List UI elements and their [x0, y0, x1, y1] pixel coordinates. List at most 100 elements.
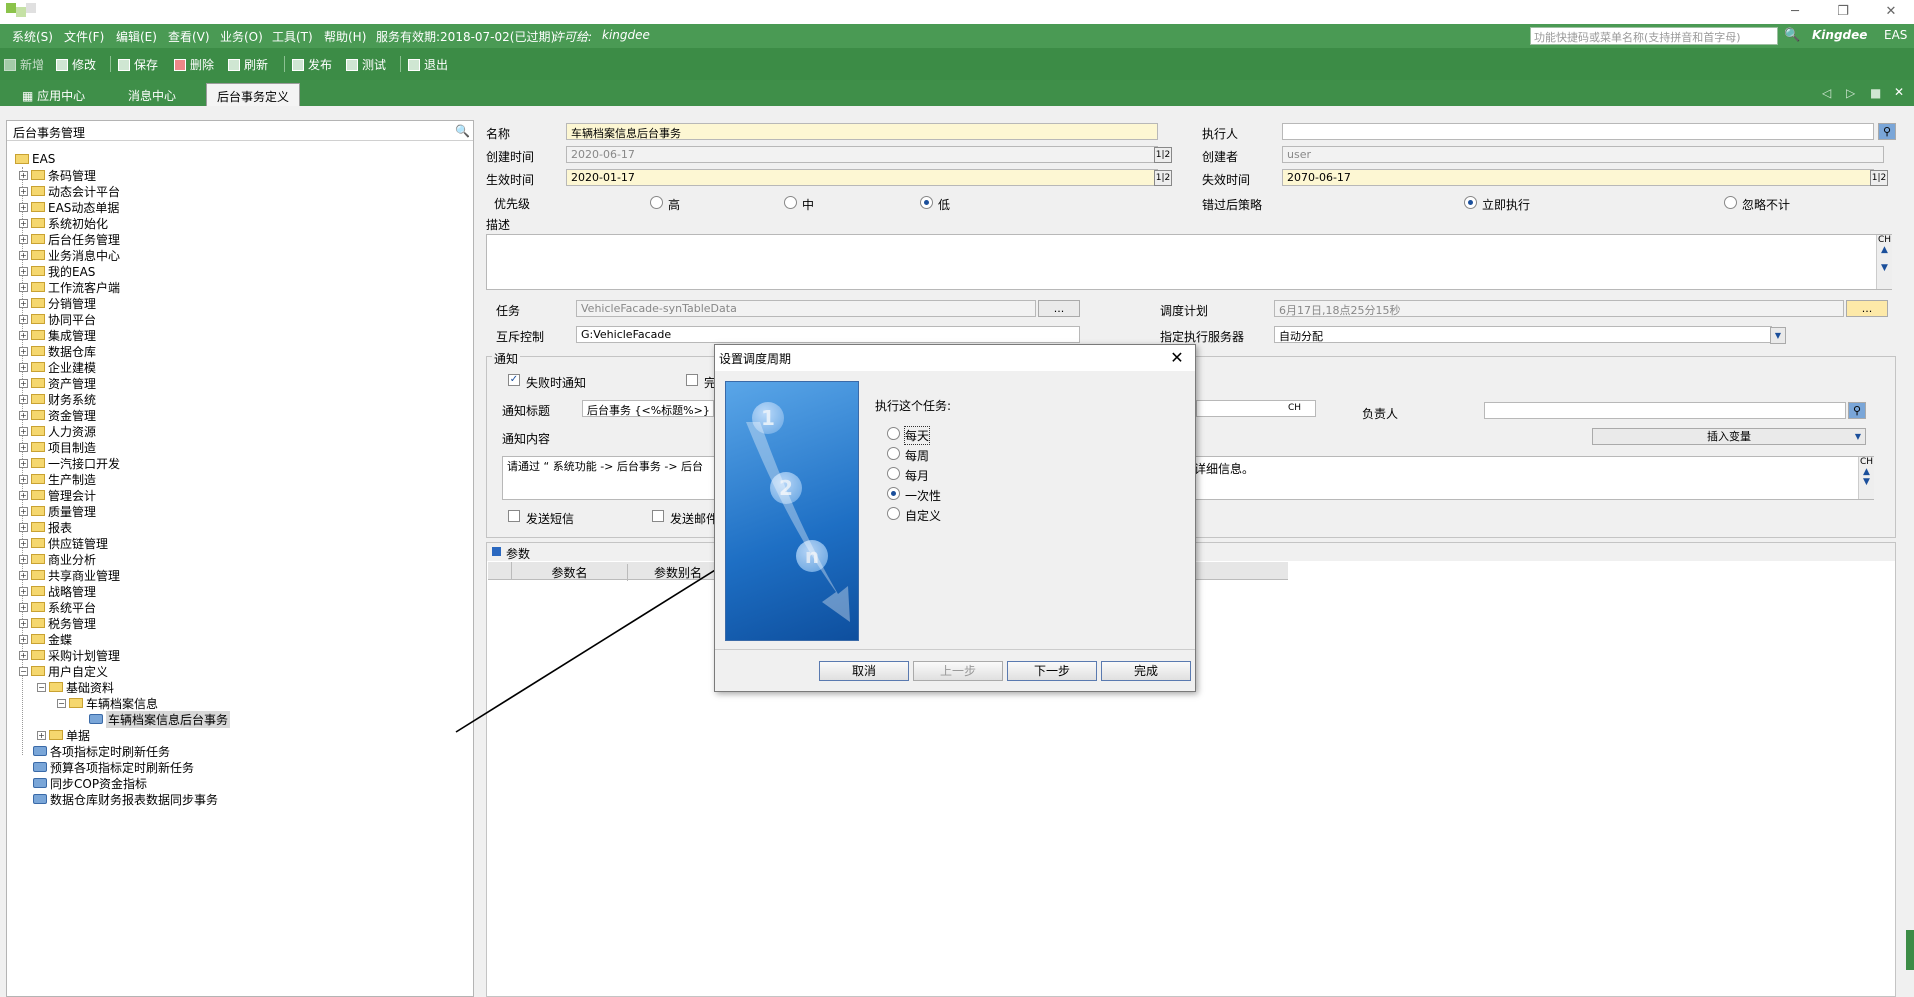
- tree-node[interactable]: + 分销管理: [19, 295, 96, 311]
- scroll-up-icon[interactable]: ▲: [1859, 467, 1874, 477]
- tree-node[interactable]: + 商业分析: [19, 551, 96, 567]
- executor-lookup-icon[interactable]: ⚲: [1878, 123, 1896, 140]
- tree-node[interactable]: + 管理会计: [19, 487, 96, 503]
- new-button[interactable]: 新增: [4, 56, 44, 73]
- tree-node[interactable]: + 企业建模: [19, 359, 96, 375]
- name-field[interactable]: 车辆档案信息后台事务: [566, 123, 1158, 140]
- delete-button[interactable]: 删除: [174, 56, 214, 73]
- description-textarea[interactable]: [486, 234, 1892, 290]
- tree-node[interactable]: + 单据: [37, 727, 90, 743]
- send-sms-checkbox[interactable]: [508, 510, 520, 522]
- mutex-field[interactable]: G:VehicleFacade: [576, 326, 1080, 343]
- tree-node[interactable]: + 一汽接口开发: [19, 455, 120, 471]
- frequency-option-label[interactable]: 每周: [905, 447, 929, 464]
- notify-on-fail-checkbox[interactable]: ✓: [508, 374, 520, 386]
- tree-node[interactable]: + 采购计划管理: [19, 647, 120, 663]
- tab-prev-icon[interactable]: ◁: [1822, 86, 1831, 100]
- frequency-radio[interactable]: [887, 467, 900, 480]
- tree-node[interactable]: + 协同平台: [19, 311, 96, 327]
- scroll-down-icon[interactable]: ▼: [1859, 477, 1874, 487]
- miss-run-now-radio[interactable]: [1464, 196, 1477, 209]
- tree-node[interactable]: + 条码管理: [19, 167, 96, 183]
- insert-variable-dropdown[interactable]: 插入变量 ▼: [1592, 428, 1866, 445]
- tree-node[interactable]: − 用户自定义: [19, 663, 108, 679]
- tree-node[interactable]: EAS: [15, 151, 55, 167]
- tree-node[interactable]: + 动态会计平台: [19, 183, 120, 199]
- exit-button[interactable]: 退出: [408, 56, 448, 73]
- notify-on-done-checkbox[interactable]: [686, 374, 698, 386]
- priority-mid-radio[interactable]: [784, 196, 797, 209]
- priority-high-radio[interactable]: [650, 196, 663, 209]
- effective-time-field[interactable]: 2020-01-17: [566, 169, 1158, 186]
- save-button[interactable]: 保存: [118, 56, 158, 73]
- tree-node[interactable]: + 我的EAS: [19, 263, 95, 279]
- tree-node[interactable]: − 车辆档案信息: [57, 695, 158, 711]
- scroll-down-icon[interactable]: ▼: [1877, 263, 1892, 273]
- task-browse-button[interactable]: ...: [1038, 300, 1080, 317]
- tree-node[interactable]: + 业务消息中心: [19, 247, 120, 263]
- calendar-icon[interactable]: 1|2: [1154, 147, 1172, 163]
- search-icon[interactable]: 🔍: [1784, 28, 1800, 43]
- tree-node[interactable]: + 供应链管理: [19, 535, 108, 551]
- function-search-input[interactable]: 功能快捷码或菜单名称(支持拼音和首字母): [1530, 27, 1778, 45]
- send-mail-checkbox[interactable]: [652, 510, 664, 522]
- tree-node[interactable]: + 资产管理: [19, 375, 96, 391]
- notify-title-field[interactable]: 后台事务 {<%标题%>}: [582, 400, 714, 417]
- edit-button[interactable]: 修改: [56, 56, 96, 73]
- tree-node[interactable]: + 财务系统: [19, 391, 96, 407]
- tree-node[interactable]: + 报表: [19, 519, 72, 535]
- tree-node[interactable]: + 人力资源: [19, 423, 96, 439]
- side-expander[interactable]: [1906, 930, 1914, 970]
- close-window-button[interactable]: ✕: [1878, 2, 1904, 22]
- tree-node[interactable]: − 基础资料: [37, 679, 114, 695]
- notify-content-scrollbar[interactable]: CH ▲ ▼: [1858, 457, 1874, 499]
- tab-list-icon[interactable]: ■: [1870, 86, 1881, 100]
- tab-message-center[interactable]: 消息中心: [118, 83, 186, 106]
- schedule-browse-button[interactable]: ...: [1846, 300, 1888, 317]
- tree-node[interactable]: + 质量管理: [19, 503, 96, 519]
- next-button[interactable]: 下一步: [1007, 661, 1097, 681]
- frequency-option-label[interactable]: 一次性: [905, 487, 941, 504]
- tree-search-icon[interactable]: 🔍: [455, 124, 470, 138]
- tree-node[interactable]: + 金蝶: [19, 631, 72, 647]
- tree-node[interactable]: + 工作流客户端: [19, 279, 120, 295]
- restore-button[interactable]: ❐: [1830, 2, 1856, 22]
- frequency-radio[interactable]: [887, 427, 900, 440]
- owner-field[interactable]: [1484, 402, 1846, 419]
- test-button[interactable]: 测试: [346, 56, 386, 73]
- tree-node[interactable]: 同步COP资金指标: [33, 775, 147, 791]
- menu-help[interactable]: 帮助(H): [324, 28, 366, 45]
- calendar-icon[interactable]: 1|2: [1154, 170, 1172, 186]
- tree-node[interactable]: + 资金管理: [19, 407, 96, 423]
- menu-view[interactable]: 查看(V): [168, 28, 210, 45]
- tree-node[interactable]: 车辆档案信息后台事务: [89, 710, 231, 728]
- refresh-button[interactable]: 刷新: [228, 56, 268, 73]
- menu-edit[interactable]: 编辑(E): [116, 28, 157, 45]
- tab-close-icon[interactable]: ✕: [1894, 85, 1904, 99]
- menu-business[interactable]: 业务(O): [220, 28, 263, 45]
- tab-background-job[interactable]: 后台事务定义: [206, 83, 301, 106]
- col-param-alias[interactable]: 参数别名: [628, 564, 728, 581]
- tab-app-center[interactable]: ▦ 应用中心: [12, 83, 95, 106]
- owner-lookup-icon[interactable]: ⚲: [1848, 402, 1866, 419]
- calendar-icon[interactable]: 1|2: [1870, 170, 1888, 186]
- description-scrollbar[interactable]: CH ▲ ▼: [1876, 235, 1892, 289]
- frequency-option-label[interactable]: 每月: [905, 467, 929, 484]
- finish-button[interactable]: 完成: [1101, 661, 1191, 681]
- tree-node[interactable]: + 数据仓库: [19, 343, 96, 359]
- menu-tools[interactable]: 工具(T): [272, 28, 313, 45]
- tree-node[interactable]: + 系统平台: [19, 599, 96, 615]
- tree-node[interactable]: 各项指标定时刷新任务: [33, 743, 170, 759]
- frequency-radio[interactable]: [887, 487, 900, 500]
- tree-node[interactable]: 预算各项指标定时刷新任务: [33, 759, 194, 775]
- tree-node[interactable]: + 项目制造: [19, 439, 96, 455]
- prev-button[interactable]: 上一步: [913, 661, 1003, 681]
- chevron-down-icon[interactable]: ▼: [1770, 327, 1786, 344]
- scroll-up-icon[interactable]: ▲: [1877, 245, 1892, 255]
- priority-low-radio[interactable]: [920, 196, 933, 209]
- publish-button[interactable]: 发布: [292, 56, 332, 73]
- tree-node[interactable]: + 生产制造: [19, 471, 96, 487]
- tree-node[interactable]: + 后台任务管理: [19, 231, 120, 247]
- executor-field[interactable]: [1282, 123, 1874, 140]
- frequency-option-label[interactable]: 自定义: [905, 507, 941, 524]
